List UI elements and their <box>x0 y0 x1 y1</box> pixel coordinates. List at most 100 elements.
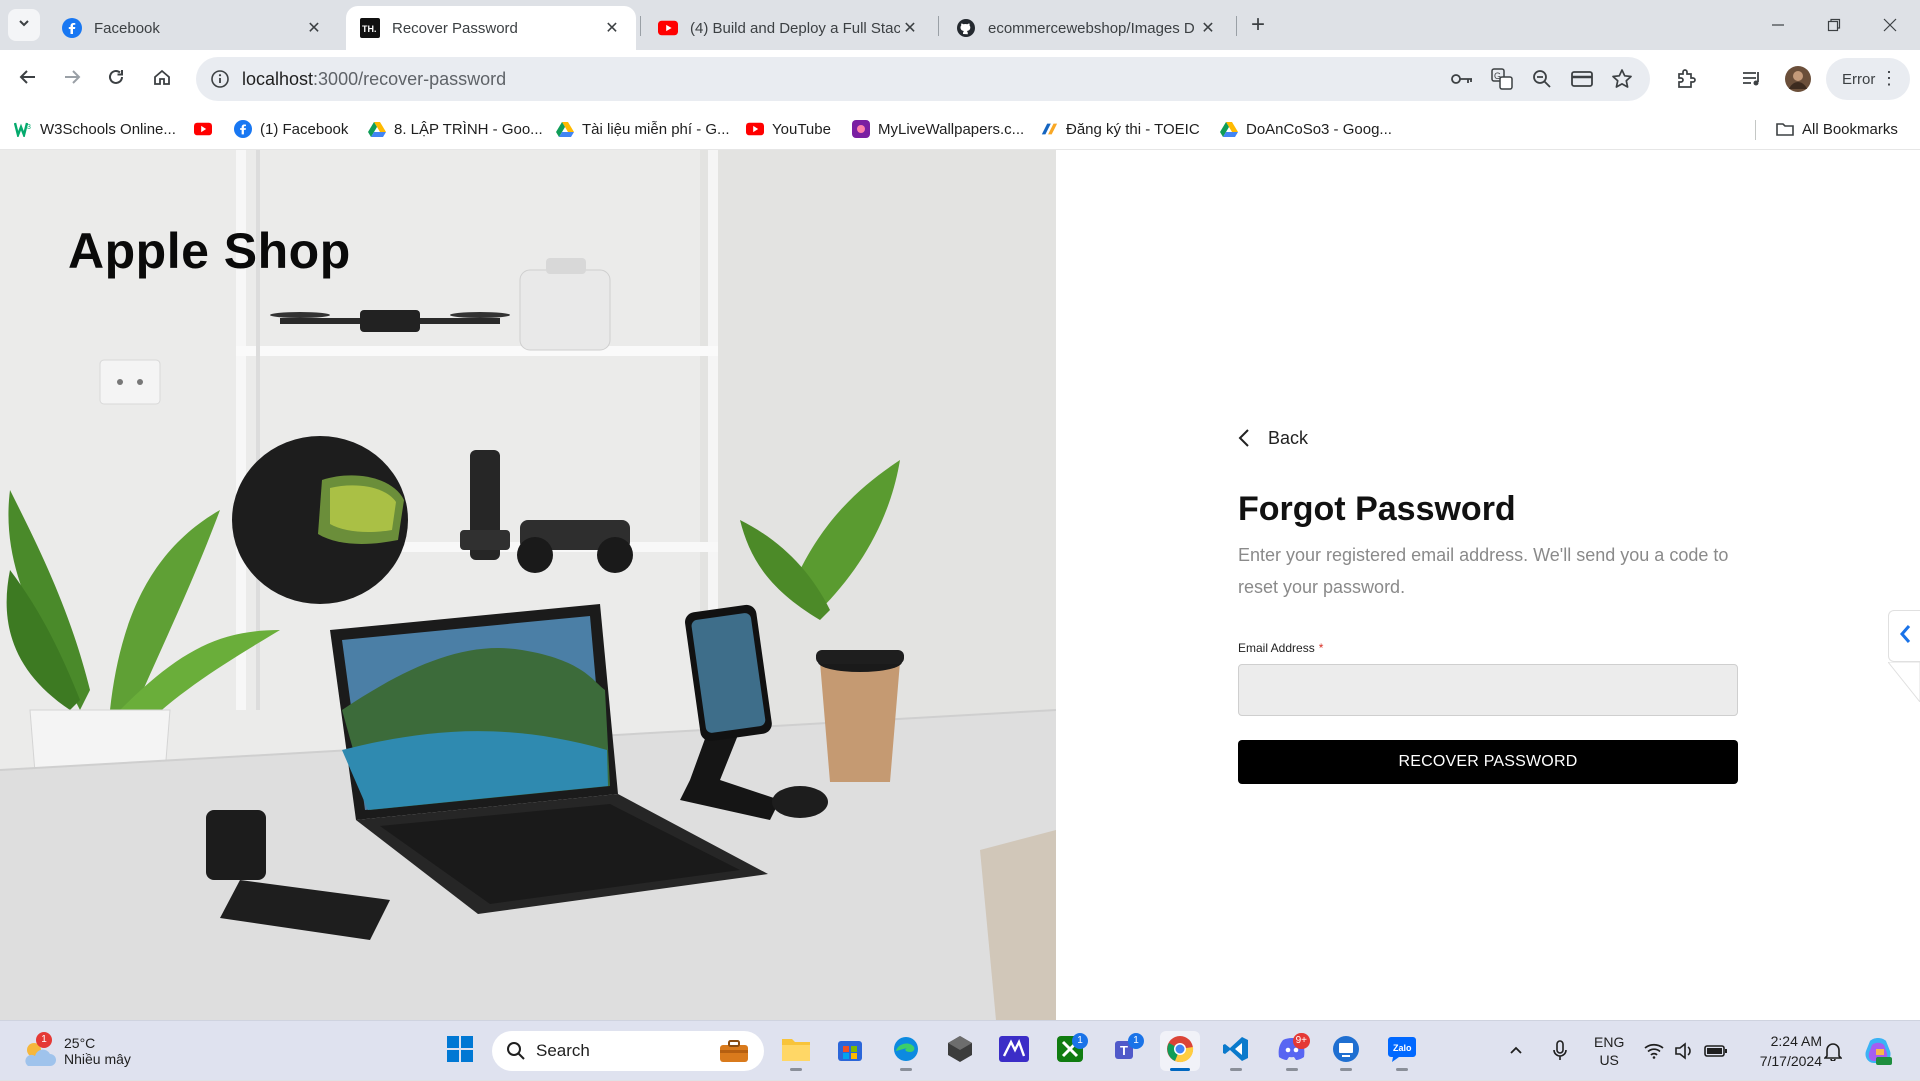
minimize-button[interactable] <box>1750 0 1806 50</box>
notification-bell-icon[interactable] <box>1824 1021 1842 1081</box>
bookmark-lap-trinh[interactable]: 8. LẬP TRÌNH - Goo... <box>368 118 543 140</box>
folder-icon <box>1776 120 1794 138</box>
system-clock[interactable]: 2:24 AM 7/17/2024 <box>1744 1031 1822 1071</box>
reload-button[interactable] <box>100 63 132 95</box>
tab-youtube-video[interactable]: (4) Build and Deploy a Full Stac ✕ <box>644 6 934 50</box>
discord-app[interactable]: 9+ <box>1272 1031 1312 1071</box>
recover-password-button[interactable]: RECOVER PASSWORD <box>1238 740 1738 784</box>
address-bar[interactable]: localhost:3000/recover-password G <box>196 57 1650 101</box>
bookmark-youtube[interactable] <box>194 118 220 140</box>
close-icon[interactable]: ✕ <box>1198 18 1218 38</box>
remote-desktop-app[interactable] <box>1326 1031 1366 1071</box>
weather-widget[interactable]: 1 25°C Nhiều mây <box>22 1030 131 1072</box>
weather-temperature: 25°C <box>64 1035 96 1051</box>
restore-button[interactable] <box>1806 0 1862 50</box>
language-indicator[interactable]: ENG US <box>1594 1021 1624 1081</box>
new-tab-button[interactable]: + <box>1244 12 1272 40</box>
back-link[interactable]: Back <box>1238 424 1738 452</box>
bookmark-mylivewallpapers[interactable]: MyLiveWallpapers.c... <box>852 118 1024 140</box>
facebook-icon <box>234 120 252 138</box>
profile-avatar[interactable] <box>1782 63 1814 95</box>
google-drive-icon <box>556 120 574 138</box>
media-control-icon[interactable] <box>1736 63 1768 95</box>
bookmark-facebook[interactable]: (1) Facebook <box>234 118 348 140</box>
copilot-icon[interactable] <box>1862 1021 1894 1081</box>
svg-text:3: 3 <box>27 124 31 131</box>
close-icon[interactable]: ✕ <box>304 18 324 38</box>
email-field[interactable] <box>1238 664 1738 716</box>
payment-card-icon[interactable] <box>1570 67 1594 91</box>
running-indicator <box>1340 1068 1352 1071</box>
github-icon <box>956 18 976 38</box>
more-menu-icon[interactable]: ⋮ <box>1880 68 1898 88</box>
clock-time: 2:24 AM <box>1770 1033 1822 1049</box>
running-indicator <box>1286 1068 1298 1071</box>
weather-condition: Nhiều mây <box>64 1051 131 1067</box>
side-panel-toggle[interactable] <box>1888 610 1920 662</box>
file-explorer-app[interactable] <box>776 1031 816 1071</box>
start-button[interactable] <box>440 1031 480 1071</box>
tab-title: Recover Password <box>392 19 518 37</box>
site-info-icon[interactable] <box>204 63 236 95</box>
language-code: ENG <box>1594 1034 1625 1050</box>
tab-separator <box>1236 16 1237 36</box>
teams-app[interactable]: T 1 <box>1106 1031 1146 1071</box>
microphone-icon[interactable] <box>1552 1021 1568 1081</box>
taskbar-search[interactable]: Search <box>492 1031 764 1071</box>
wifi-icon[interactable] <box>1644 1021 1664 1081</box>
bookmark-doancoso3[interactable]: DoAnCoSo3 - Goog... <box>1220 118 1392 140</box>
bookmark-toeic[interactable]: Đăng ký thi - TOEIC <box>1040 118 1200 140</box>
close-icon[interactable]: ✕ <box>602 18 622 38</box>
edge-app[interactable] <box>886 1031 926 1071</box>
forward-button[interactable] <box>56 63 88 95</box>
weather-badge: 1 <box>36 1032 52 1048</box>
all-bookmarks-button[interactable]: All Bookmarks <box>1776 118 1898 140</box>
close-window-button[interactable] <box>1862 0 1918 50</box>
tab-search-button[interactable] <box>8 9 40 41</box>
discord-badge: 9+ <box>1292 1033 1310 1049</box>
side-panel-edge <box>1888 662 1920 702</box>
tab-recover-password[interactable]: TH. Recover Password ✕ <box>346 6 636 50</box>
zoom-icon[interactable] <box>1530 67 1554 91</box>
svg-text:T: T <box>1120 1043 1128 1058</box>
search-label: Search <box>536 1041 590 1060</box>
tray-overflow-button[interactable] <box>1508 1021 1524 1081</box>
page-description: Enter your registered email address. We'… <box>1238 545 1729 597</box>
search-icon <box>506 1041 526 1061</box>
bookmark-w3schools[interactable]: 3 W3Schools Online... <box>14 118 176 140</box>
profile-error-chip[interactable]: Error ⋮ <box>1826 58 1910 100</box>
tab-github[interactable]: ecommercewebshop/Images D ✕ <box>942 6 1232 50</box>
vscode-icon <box>1222 1035 1250 1068</box>
extensions-icon[interactable] <box>1670 63 1702 95</box>
chrome-app[interactable] <box>1160 1031 1200 1071</box>
back-button[interactable] <box>12 63 44 95</box>
home-button[interactable] <box>146 63 178 95</box>
url-text[interactable]: localhost:3000/recover-password <box>242 57 506 101</box>
vscode-app[interactable] <box>1216 1031 1256 1071</box>
edge-icon <box>892 1035 920 1068</box>
bookmark-label: DoAnCoSo3 - Goog... <box>1246 120 1392 138</box>
tab-separator <box>640 16 641 36</box>
back-label: Back <box>1268 427 1309 448</box>
microsoft-store-app[interactable] <box>830 1031 870 1071</box>
close-icon[interactable]: ✕ <box>900 18 920 38</box>
bookmark-tai-lieu[interactable]: Tài liệu miễn phí - G... <box>556 118 730 140</box>
bookmark-youtube-2[interactable]: YouTube <box>746 118 831 140</box>
unity-app[interactable] <box>940 1031 980 1071</box>
vs-app[interactable] <box>994 1031 1034 1071</box>
volume-icon[interactable] <box>1674 1021 1694 1081</box>
bookmark-label: (1) Facebook <box>260 120 349 138</box>
battery-icon[interactable] <box>1704 1021 1728 1081</box>
password-key-icon[interactable] <box>1450 67 1474 91</box>
translate-icon[interactable]: G <box>1490 67 1514 91</box>
recover-password-form: Back Forgot Password Enter your register… <box>1238 424 1738 784</box>
url-path: :3000/recover-password <box>313 69 507 89</box>
bookmark-star-icon[interactable] <box>1610 67 1634 91</box>
zalo-app[interactable]: Zalo <box>1382 1031 1422 1071</box>
email-label: Email Address * <box>1238 641 1738 655</box>
chevron-up-icon <box>1508 1042 1524 1061</box>
xbox-app[interactable]: 1 <box>1050 1031 1090 1071</box>
svg-text:Zalo: Zalo <box>1393 1043 1412 1053</box>
tab-facebook[interactable]: Facebook ✕ <box>48 6 338 50</box>
bookmark-label: MyLiveWallpapers.c... <box>878 120 1025 138</box>
